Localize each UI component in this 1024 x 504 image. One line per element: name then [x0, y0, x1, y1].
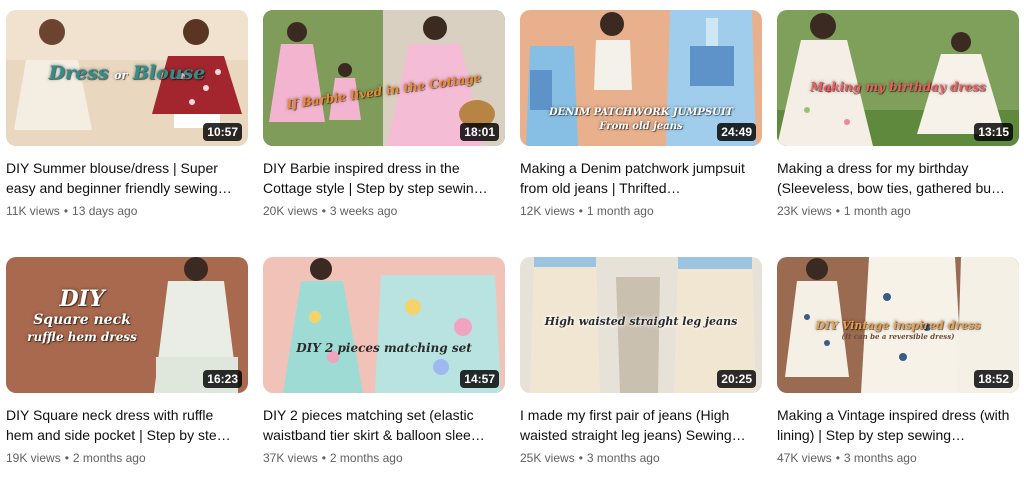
- video-card[interactable]: DIY Square neck ruffle hem dress 16:23 D…: [6, 257, 248, 504]
- separator-dot: •: [578, 451, 583, 465]
- video-duration-badge: 14:57: [460, 370, 499, 388]
- separator-dot: •: [578, 204, 583, 218]
- video-title[interactable]: DIY Barbie inspired dress in the Cottage…: [263, 158, 499, 198]
- video-duration-badge: 13:15: [974, 123, 1013, 141]
- video-duration-badge: 24:49: [717, 123, 756, 141]
- video-card[interactable]: If Barbie lived in the Cottage 18:01 DIY…: [263, 10, 505, 257]
- video-metadata: 25K views • 3 months ago: [520, 449, 762, 467]
- video-grid: Dress or Blouse 10:57 DIY Summer blouse/…: [6, 10, 1019, 504]
- separator-dot: •: [835, 204, 840, 218]
- video-duration-badge: 20:25: [717, 370, 756, 388]
- video-metadata: 37K views • 2 months ago: [263, 449, 505, 467]
- video-metadata: 23K views • 1 month ago: [777, 202, 1019, 220]
- video-title[interactable]: I made my first pair of jeans (High wais…: [520, 405, 756, 445]
- upload-age: 3 months ago: [586, 451, 660, 465]
- view-count: 23K views: [777, 204, 832, 218]
- view-count: 20K views: [263, 204, 318, 218]
- separator-dot: •: [63, 204, 69, 218]
- video-metadata: 12K views • 1 month ago: [520, 202, 762, 220]
- view-count: 11K views: [6, 204, 60, 218]
- video-duration-badge: 10:57: [203, 123, 242, 141]
- video-title[interactable]: DIY Square neck dress with ruffle hem an…: [6, 405, 242, 445]
- video-thumbnail[interactable]: Dress or Blouse 10:57: [6, 10, 248, 146]
- upload-age: 13 days ago: [72, 204, 138, 218]
- video-title[interactable]: Making a Denim patchwork jumpsuit from o…: [520, 158, 756, 198]
- video-thumbnail[interactable]: Making my birthday dress 13:15: [777, 10, 1019, 146]
- video-metadata: 47K views • 3 months ago: [777, 449, 1019, 467]
- video-card[interactable]: DENIM PATCHWORK JUMPSUIT From old jeans …: [520, 10, 762, 257]
- view-count: 47K views: [777, 451, 832, 465]
- video-card[interactable]: Dress or Blouse 10:57 DIY Summer blouse/…: [6, 10, 248, 257]
- upload-age: 1 month ago: [586, 204, 654, 218]
- video-thumbnail[interactable]: If Barbie lived in the Cottage 18:01: [263, 10, 505, 146]
- separator-dot: •: [321, 204, 326, 218]
- video-duration-badge: 18:52: [974, 370, 1013, 388]
- video-thumbnail[interactable]: DENIM PATCHWORK JUMPSUIT From old jeans …: [520, 10, 762, 146]
- video-thumbnail[interactable]: High waisted straight leg jeans 20:25: [520, 257, 762, 393]
- separator-dot: •: [835, 451, 840, 465]
- separator-dot: •: [321, 451, 326, 465]
- upload-age: 1 month ago: [843, 204, 911, 218]
- video-card[interactable]: DIY 2 pieces matching set 14:57 DIY 2 pi…: [263, 257, 505, 504]
- video-metadata: 11K views • 13 days ago: [6, 202, 248, 220]
- video-duration-badge: 16:23: [203, 370, 242, 388]
- video-title[interactable]: Making a Vintage inspired dress (with li…: [777, 405, 1013, 445]
- video-metadata: 20K views • 3 weeks ago: [263, 202, 505, 220]
- video-thumbnail[interactable]: DIY Square neck ruffle hem dress 16:23: [6, 257, 248, 393]
- video-title[interactable]: DIY 2 pieces matching set (elastic waist…: [263, 405, 499, 445]
- upload-age: 3 months ago: [843, 451, 917, 465]
- view-count: 25K views: [520, 451, 575, 465]
- video-card[interactable]: High waisted straight leg jeans 20:25 I …: [520, 257, 762, 504]
- video-thumbnail[interactable]: DIY Vintage inspired dress (It can be a …: [777, 257, 1019, 393]
- upload-age: 2 months ago: [72, 451, 146, 465]
- video-title[interactable]: Making a dress for my birthday (Sleevele…: [777, 158, 1013, 198]
- video-card[interactable]: DIY Vintage inspired dress (It can be a …: [777, 257, 1019, 504]
- separator-dot: •: [64, 451, 69, 465]
- view-count: 37K views: [263, 451, 318, 465]
- view-count: 12K views: [520, 204, 575, 218]
- video-metadata: 19K views • 2 months ago: [6, 449, 248, 467]
- upload-age: 2 months ago: [329, 451, 403, 465]
- view-count: 19K views: [6, 451, 61, 465]
- video-duration-badge: 18:01: [460, 123, 499, 141]
- video-title[interactable]: DIY Summer blouse/dress | Super easy and…: [6, 158, 242, 198]
- video-thumbnail[interactable]: DIY 2 pieces matching set 14:57: [263, 257, 505, 393]
- video-card[interactable]: Making my birthday dress 13:15 Making a …: [777, 10, 1019, 257]
- upload-age: 3 weeks ago: [329, 204, 398, 218]
